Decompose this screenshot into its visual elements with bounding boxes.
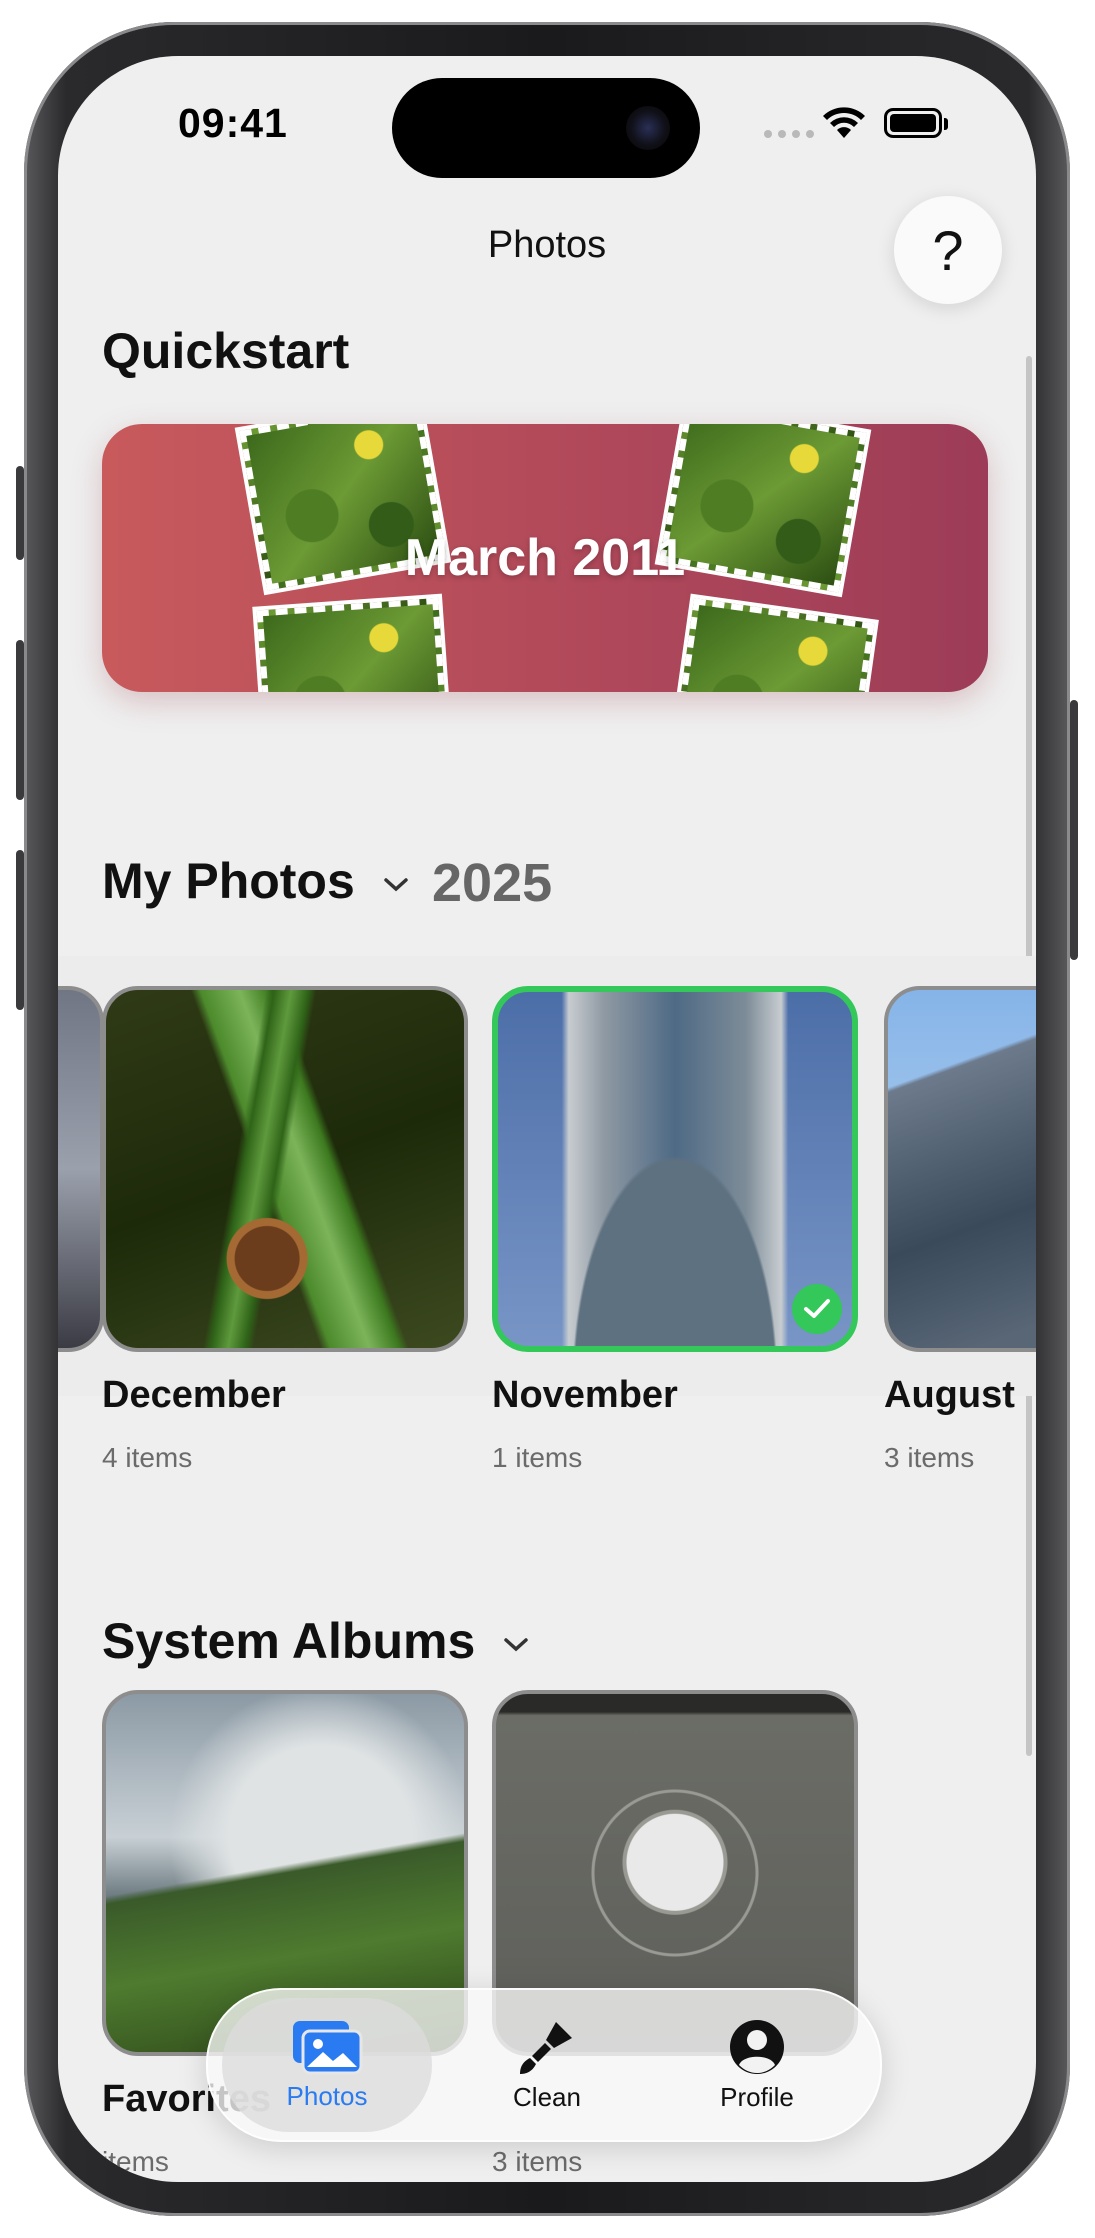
help-button[interactable]: ?: [894, 196, 1002, 304]
volume-down-button: [16, 850, 24, 1010]
tab-label: Profile: [720, 2081, 794, 2112]
album-count: 3 items: [884, 1442, 975, 1473]
checkmark-icon: [792, 1284, 842, 1334]
banner-title: March 2011: [404, 529, 686, 587]
album-thumbnail-august[interactable]: [884, 986, 1036, 1352]
album-count: 4 items: [102, 1442, 193, 1473]
system-albums-label: System Albums: [102, 1613, 476, 1669]
status-time: 09:41: [178, 100, 288, 146]
album-count: items: [102, 2146, 169, 2177]
action-button: [16, 466, 24, 560]
chevron-down-icon: [504, 1638, 528, 1652]
tab-label: Clean: [513, 2081, 581, 2112]
tab-label: Photos: [286, 2080, 368, 2111]
profile-icon: [730, 2019, 784, 2074]
album-count: 1 items: [492, 1442, 583, 1473]
stamp-photo: [667, 593, 879, 692]
volume-up-button: [16, 640, 24, 800]
tab-profile[interactable]: Profile: [652, 1990, 862, 2140]
my-photos-heading[interactable]: My Photos: [102, 852, 409, 910]
album-thumbnail-partial[interactable]: [58, 986, 104, 1352]
album-title: August: [884, 1374, 1015, 1416]
brush-icon: [520, 2021, 572, 2074]
power-button: [1070, 700, 1078, 960]
screen: 09:41 Photos ? Quickstart March 2011 My …: [58, 56, 1036, 2182]
album-thumbnail-november[interactable]: [492, 986, 858, 1352]
album-count: 3 items: [492, 2146, 583, 2177]
wifi-icon: [823, 107, 865, 138]
tab-photos[interactable]: Photos: [222, 1998, 432, 2132]
cellular-signal-icon: [764, 130, 814, 138]
tab-bar: Photos Clean Profile: [206, 1988, 882, 2142]
album-title: November: [492, 1374, 678, 1416]
my-photos-label: My Photos: [102, 853, 355, 909]
stamp-photo: [252, 593, 454, 692]
page-title: Photos: [487, 224, 607, 266]
photos-icon: [293, 2020, 363, 2074]
front-camera: [626, 106, 670, 150]
battery-icon: [884, 108, 942, 138]
album-title: December: [102, 1374, 286, 1416]
quickstart-banner[interactable]: March 2011: [102, 424, 988, 692]
albums-strip[interactable]: [58, 956, 1036, 1396]
system-albums-heading[interactable]: System Albums: [102, 1612, 529, 1670]
year-label[interactable]: 2025: [432, 852, 552, 914]
tab-clean[interactable]: Clean: [442, 1990, 652, 2140]
quickstart-heading: Quickstart: [102, 323, 350, 379]
album-thumbnail-december[interactable]: [102, 986, 468, 1352]
chevron-down-icon: [383, 878, 408, 892]
dynamic-island: [392, 78, 700, 178]
battery-nub: [944, 118, 948, 130]
